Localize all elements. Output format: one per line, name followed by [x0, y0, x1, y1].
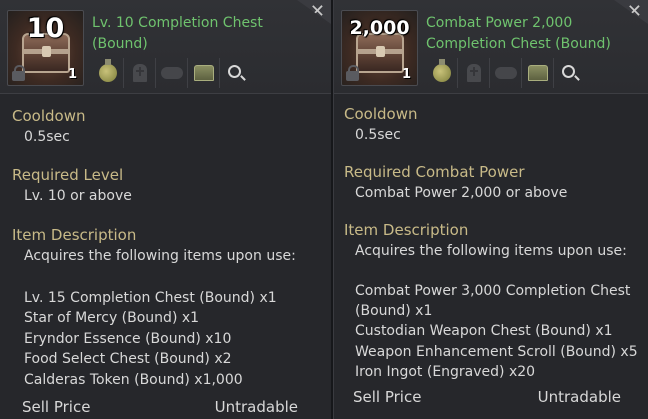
- cooldown-value: 0.5sec: [355, 127, 401, 143]
- content-item: Star of Mercy (Bound) x1: [24, 310, 200, 326]
- description-label: Item Description: [12, 226, 137, 244]
- sell-price-row: Sell Price Untradable: [0, 395, 331, 419]
- action-bar: [92, 58, 252, 88]
- bound-lock-icon: [346, 65, 359, 81]
- potion-icon: [98, 59, 117, 82]
- description-intro: Acquires the following items upon use:: [355, 243, 627, 259]
- cooldown-label: Cooldown: [12, 107, 86, 125]
- stack-count: 1: [401, 67, 411, 82]
- tooltip-body: Cooldown 0.5sec Required Level Lv. 10 or…: [0, 95, 331, 419]
- item-tooltip-cp2000-chest: 2,000 1 Combat Power 2,000 Completion Ch…: [333, 0, 648, 419]
- content-item: Combat Power 3,000 Completion Chest: [355, 283, 631, 299]
- content-item: Lv. 15 Completion Chest (Bound) x1: [24, 290, 277, 306]
- discard-button[interactable]: [124, 58, 156, 88]
- sell-price-value: Untradable: [214, 398, 298, 416]
- potion-icon: [432, 59, 451, 82]
- sell-price-value: Untradable: [537, 388, 621, 406]
- content-item: Food Select Chest (Bound) x2: [24, 351, 232, 367]
- chest-icon: [193, 65, 214, 81]
- use-button[interactable]: [426, 58, 458, 88]
- content-item: Calderas Token (Bound) x1,000: [24, 372, 243, 388]
- cooldown-value: 0.5sec: [24, 129, 70, 145]
- thumbnail-number: 10: [26, 13, 65, 44]
- item-tooltip-lv10-chest: 10 1 Lv. 10 Completion Chest (Bound) ✕ C…: [0, 0, 331, 419]
- tooltip-body: Cooldown 0.5sec Required Combat Power Co…: [334, 95, 648, 419]
- chest-icon: [527, 65, 548, 81]
- item-name: Combat Power 2,000 Completion Chest (Bou…: [426, 15, 611, 52]
- content-item: (Bound) x1: [355, 303, 433, 319]
- handshake-icon: [160, 67, 183, 79]
- use-button[interactable]: [92, 58, 124, 88]
- sell-price-label: Sell Price: [22, 398, 91, 416]
- storage-button[interactable]: [188, 58, 220, 88]
- close-icon: ✕: [309, 1, 325, 22]
- grave-icon: [132, 64, 147, 82]
- cooldown-label: Cooldown: [344, 105, 418, 123]
- grave-icon: [466, 64, 481, 82]
- action-bar: [426, 58, 586, 88]
- trade-button[interactable]: [156, 58, 188, 88]
- content-item: Eryndor Essence (Bound) x10: [24, 331, 232, 347]
- search-icon: [228, 65, 241, 78]
- sell-price-label: Sell Price: [353, 388, 422, 406]
- content-item: Weapon Enhancement Scroll (Bound) x5: [355, 344, 638, 360]
- inspect-button[interactable]: [554, 58, 586, 88]
- tooltip-header: 10 1 Lv. 10 Completion Chest (Bound) ✕: [0, 0, 331, 94]
- storage-button[interactable]: [522, 58, 554, 88]
- tooltip-header: 2,000 1 Combat Power 2,000 Completion Ch…: [334, 0, 648, 94]
- close-icon: ✕: [626, 1, 642, 22]
- requirement-label: Required Level: [12, 166, 124, 184]
- requirement-value: Combat Power 2,000 or above: [355, 185, 568, 201]
- close-button[interactable]: ✕: [297, 0, 331, 24]
- trade-button[interactable]: [490, 58, 522, 88]
- chest-icon: [356, 33, 404, 73]
- content-item: Iron Ingot (Engraved) x20: [355, 364, 536, 380]
- inspect-button[interactable]: [220, 58, 252, 88]
- item-thumbnail: 2,000 1: [341, 10, 418, 86]
- item-thumbnail: 10 1: [7, 10, 84, 86]
- requirement-value: Lv. 10 or above: [24, 188, 132, 204]
- description-intro: Acquires the following items upon use:: [24, 248, 296, 264]
- search-icon: [562, 65, 575, 78]
- discard-button[interactable]: [458, 58, 490, 88]
- handshake-icon: [494, 67, 517, 79]
- thumbnail-number: 2,000: [349, 17, 410, 39]
- stack-count: 1: [67, 67, 77, 82]
- bound-lock-icon: [12, 65, 25, 81]
- content-item: Custodian Weapon Chest (Bound) x1: [355, 323, 613, 339]
- sell-price-row: Sell Price Untradable: [334, 385, 648, 409]
- item-name: Lv. 10 Completion Chest (Bound): [92, 15, 263, 52]
- description-label: Item Description: [344, 221, 469, 239]
- requirement-label: Required Combat Power: [344, 163, 525, 181]
